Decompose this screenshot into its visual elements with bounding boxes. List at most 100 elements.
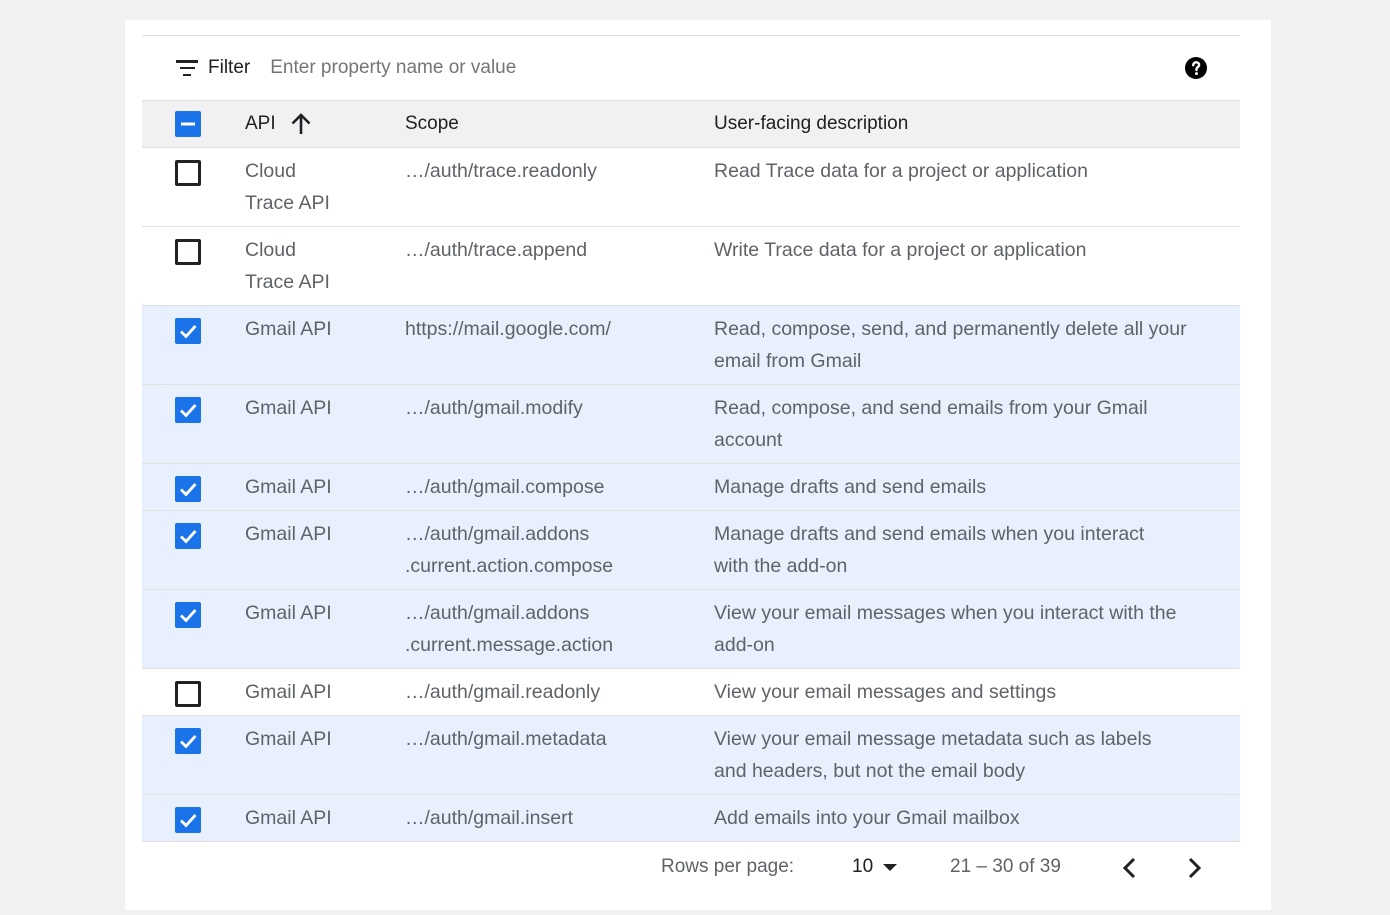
desc-cell: Read, compose, send, and permanently del… [714, 306, 1240, 385]
row-checkbox-cell [142, 669, 245, 716]
desc-cell: Read, compose, and send emails from your… [714, 385, 1240, 464]
row-checkbox-cell [142, 511, 245, 590]
api-text: Gmail API [245, 602, 332, 624]
row-checkbox[interactable] [175, 807, 201, 833]
scopes-table: API Scope User-facing description Cloud … [142, 100, 1240, 842]
scope-cell: …/auth/gmail.addons .current.message.act… [405, 590, 714, 669]
select-all-checkbox[interactable] [175, 111, 201, 137]
table-row[interactable]: Gmail API …/auth/gmail.compose Manage draf… [142, 463, 1240, 511]
desc-text: Manage drafts and send emails [714, 476, 987, 498]
api-text: Gmail API [245, 728, 332, 750]
row-checkbox[interactable] [175, 160, 201, 186]
table-row[interactable]: Gmail API …/auth/gmail.readonly View your … [142, 669, 1240, 716]
row-checkbox-cell [142, 385, 245, 464]
desc-text: Add emails into your Gmail mailbox [714, 807, 1020, 829]
rows-per-page-value: 10 [852, 856, 874, 877]
api-text: Gmail API [245, 397, 332, 419]
chevron-right-icon[interactable] [1182, 855, 1206, 881]
scope-cell: …/auth/gmail.modify [405, 385, 714, 464]
row-checkbox[interactable] [175, 681, 201, 707]
column-header-scope[interactable]: Scope [405, 101, 714, 148]
scope-text: …/auth/gmail.metadata [405, 728, 607, 750]
api-text: Gmail API [245, 523, 332, 545]
api-cell: Gmail API [245, 464, 405, 511]
scope-text: …/auth/gmail.modify [405, 397, 583, 419]
row-checkbox[interactable] [175, 239, 201, 265]
scope-text: https://mail.google.com/ [405, 318, 611, 340]
api-text: Gmail API [245, 681, 332, 703]
indeterminate-icon [181, 122, 195, 126]
column-header-api[interactable]: API [245, 101, 405, 148]
filter-bar: Filter [142, 35, 1240, 100]
filter-list-icon[interactable] [176, 60, 198, 76]
api-cell: Cloud Trace API [245, 227, 405, 306]
help-icon[interactable] [1184, 56, 1208, 80]
scope-cell: …/auth/trace.readonly [405, 148, 714, 227]
table-row[interactable]: Gmail API …/auth/gmail.insert Add emails i… [142, 794, 1240, 842]
check-icon [180, 483, 197, 497]
arrow-upward-icon[interactable] [290, 112, 312, 136]
scope-cell: …/auth/gmail.insert [405, 795, 714, 842]
scope-text: …/auth/gmail.compose [405, 476, 605, 498]
row-checkbox[interactable] [175, 602, 201, 628]
table-row[interactable]: Gmail API …/auth/gmail.addons .current.me… [142, 589, 1240, 669]
api-cell: Gmail API [245, 716, 405, 795]
row-checkbox-cell [142, 464, 245, 511]
desc-cell: View your email messages when you intera… [714, 590, 1240, 669]
check-icon [180, 735, 197, 749]
rows-per-page-label: Rows per page: [661, 856, 795, 877]
api-cell: Gmail API [245, 511, 405, 590]
check-icon [180, 814, 197, 828]
table-row[interactable]: Cloud Trace API …/auth/trace.append Write … [142, 227, 1240, 306]
scopes-table-container: Filter Enter property name or value API … [142, 35, 1240, 894]
chevron-left-icon[interactable] [1118, 855, 1142, 881]
api-text: Gmail API [245, 807, 332, 829]
filter-input[interactable] [270, 57, 871, 79]
column-header-api-label: API [245, 113, 276, 134]
api-cell: Gmail API [245, 590, 405, 669]
row-checkbox[interactable] [175, 523, 201, 549]
column-header-description[interactable]: User-facing description [714, 101, 1240, 148]
desc-cell: View your email messages and settings [714, 669, 1240, 716]
table-row[interactable]: Gmail API https://mail.google.com/Read, c… [142, 305, 1240, 385]
table-body: Cloud Trace API …/auth/trace.readonly Read… [142, 148, 1240, 842]
api-cell: Gmail API [245, 795, 405, 842]
row-checkbox[interactable] [175, 728, 201, 754]
check-icon [180, 325, 197, 339]
dropdown-arrow-icon [883, 863, 898, 871]
desc-cell: Add emails into your Gmail mailbox [714, 795, 1240, 842]
api-cell: Gmail API [245, 306, 405, 385]
row-checkbox-cell [142, 148, 245, 227]
pagination-bar: Rows per page: 10 21 – 30 of 39 [142, 842, 1240, 894]
row-checkbox[interactable] [175, 397, 201, 423]
scope-cell: …/auth/trace.append [405, 227, 714, 306]
row-checkbox[interactable] [175, 318, 201, 344]
scope-cell: https://mail.google.com/ [405, 306, 714, 385]
api-text: Gmail API [245, 476, 332, 498]
scope-cell: …/auth/gmail.addons .current.action.comp… [405, 511, 714, 590]
scope-text: …/auth/trace.append [405, 239, 588, 261]
scope-text: …/auth/gmail.insert [405, 807, 573, 829]
row-checkbox-cell [142, 227, 245, 306]
row-checkbox-cell [142, 795, 245, 842]
table-row[interactable]: Gmail API …/auth/gmail.modify Read, compos… [142, 384, 1240, 464]
desc-text: Read, compose, and send emails from your… [714, 397, 1148, 451]
row-checkbox[interactable] [175, 476, 201, 502]
desc-text: View your email message metadata such as… [714, 728, 1152, 782]
desc-text: Write Trace data for a project or applic… [714, 239, 1087, 261]
api-cell: Cloud Trace API [245, 148, 405, 227]
desc-cell: Manage drafts and send emails when you i… [714, 511, 1240, 590]
scope-cell: …/auth/gmail.metadata [405, 716, 714, 795]
rows-per-page-select[interactable]: 10 [852, 856, 898, 878]
check-icon [180, 404, 197, 418]
desc-text: Read Trace data for a project or applica… [714, 160, 1088, 182]
desc-cell: Read Trace data for a project or applica… [714, 148, 1240, 227]
table-row[interactable]: Gmail API …/auth/gmail.addons .current.ac… [142, 510, 1240, 590]
desc-cell: Manage drafts and send emails [714, 464, 1240, 511]
table-row[interactable]: Cloud Trace API …/auth/trace.readonly Read… [142, 148, 1240, 227]
page-range-label: 21 – 30 of 39 [950, 856, 1061, 877]
scope-text: …/auth/trace.readonly [405, 160, 597, 182]
table-row[interactable]: Gmail API …/auth/gmail.metadata View your … [142, 715, 1240, 795]
filter-label: Filter [208, 57, 251, 78]
check-icon [180, 530, 197, 544]
